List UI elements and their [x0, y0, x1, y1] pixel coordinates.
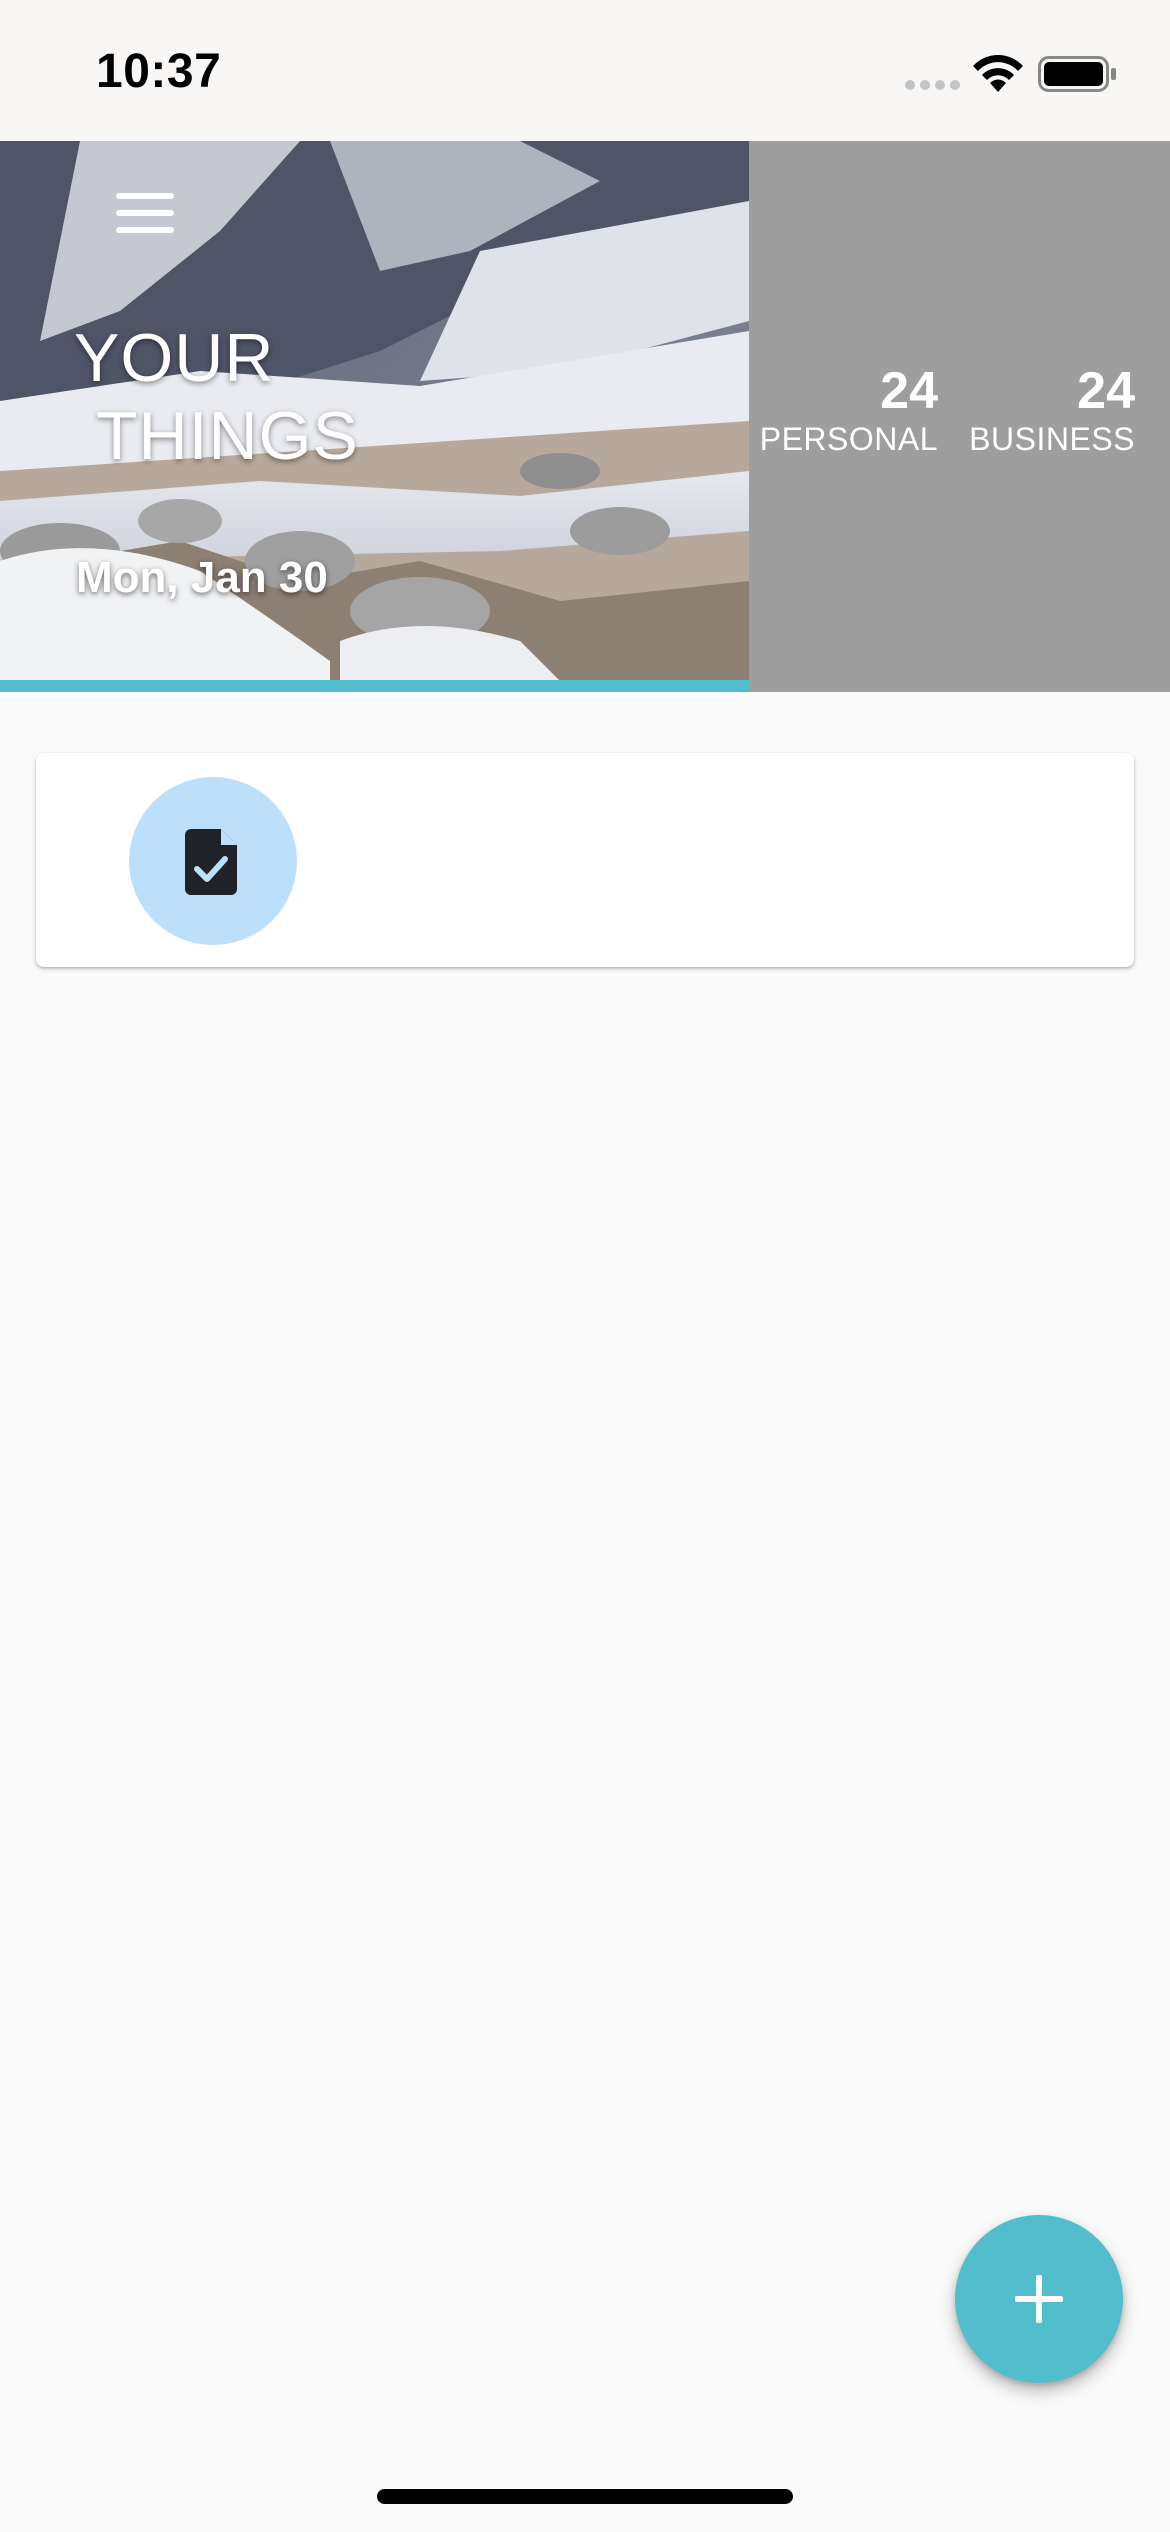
stats-panel: 24 PERSONAL 24 BUSINESS — [749, 141, 1170, 692]
page-title: YOUR THINGS — [74, 319, 674, 475]
hamburger-menu-icon[interactable] — [112, 185, 182, 241]
stat-personal-label: PERSONAL — [759, 421, 938, 457]
battery-icon — [1038, 56, 1116, 92]
status-time: 10:37 — [96, 45, 222, 98]
stat-business-count: 24 — [1077, 362, 1135, 420]
stat-personal: 24 PERSONAL — [760, 363, 938, 459]
page-title-line-1: YOUR — [74, 320, 275, 396]
stat-business-label: BUSINESS — [969, 421, 1135, 457]
status-bar: 10:37 — [0, 0, 1170, 141]
task-card[interactable] — [36, 753, 1134, 967]
header-accent-bar — [0, 680, 749, 692]
header: YOUR THINGS Mon, Jan 30 24 PERSONAL 24 B… — [0, 141, 1170, 692]
task-avatar — [129, 777, 297, 945]
add-task-button[interactable] — [955, 2215, 1123, 2383]
cellular-signal-icon — [905, 80, 960, 90]
stat-business: 24 BUSINESS — [969, 363, 1135, 459]
hero-image: YOUR THINGS Mon, Jan 30 — [0, 141, 749, 681]
plus-icon — [1015, 2275, 1063, 2323]
page-title-line-2: THINGS — [96, 398, 359, 474]
stat-personal-count: 24 — [880, 362, 938, 420]
current-date: Mon, Jan 30 — [76, 553, 328, 602]
wifi-icon — [973, 55, 1023, 92]
home-indicator[interactable] — [377, 2489, 793, 2504]
task-document-check-icon — [185, 829, 237, 895]
